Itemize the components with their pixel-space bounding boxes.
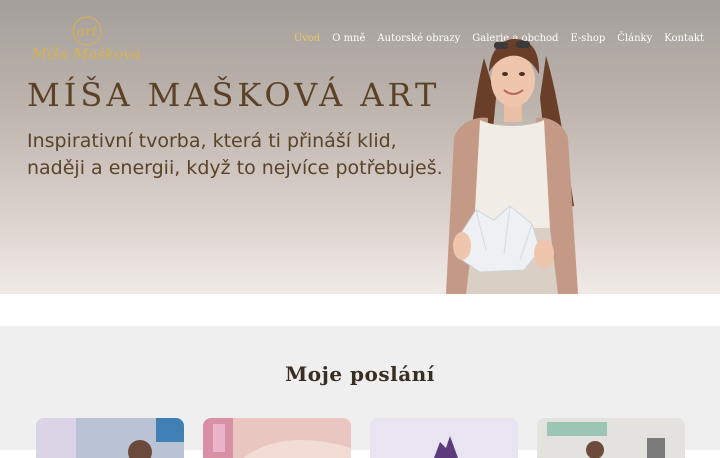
mission-card-image-2[interactable] [203, 418, 351, 458]
mission-card-image-3[interactable] [370, 418, 518, 458]
nav-item-o-mne[interactable]: O mně [332, 33, 365, 44]
mission-card-image-1[interactable] [36, 418, 184, 458]
site-logo[interactable]: art Míša Mašková [30, 14, 142, 70]
nav-item-uvod[interactable]: Úvod [294, 33, 321, 44]
nav-item-kontakt[interactable]: Kontakt [664, 33, 704, 44]
hero-banner: art Míša Mašková Úvod O mně Autorské obr… [0, 0, 720, 294]
hero-portrait-photo [436, 28, 586, 294]
hero-title: MÍŠA MAŠKOVÁ ART [27, 76, 441, 114]
logo-art-text: art [77, 24, 98, 40]
nav-item-clanky[interactable]: Články [617, 33, 652, 44]
mission-title: Moje poslání [285, 362, 435, 386]
hero-subtitle: Inspirativní tvorba, která ti přináší kl… [27, 130, 443, 179]
mission-section: Moje poslání [0, 326, 720, 458]
logo-mark-icon: art Míša Mašková [30, 16, 141, 63]
logo-name-text: Míša Mašková [30, 45, 140, 63]
mission-card-image-4[interactable] [537, 418, 685, 458]
